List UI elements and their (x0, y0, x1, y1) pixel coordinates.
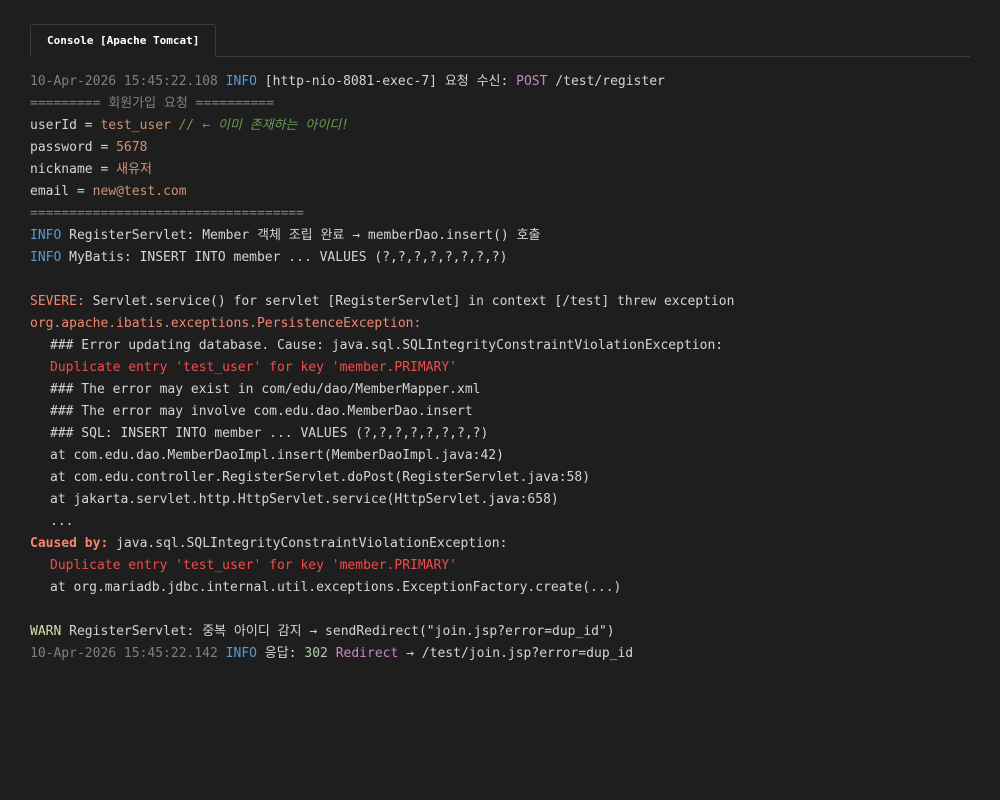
log-timestamp: 10-Apr-2026 15:45:22.142 (30, 646, 218, 661)
log-level: INFO (30, 228, 62, 243)
http-status-code: 302 (304, 646, 328, 661)
error-message: Duplicate entry 'test_user' for key 'mem… (50, 558, 457, 573)
caused-by-label: Caused by: (30, 536, 109, 551)
log-message: MyBatis: INSERT INTO member ... VALUES (… (61, 250, 508, 265)
log-line: INFO MyBatis: INSERT INTO member ... VAL… (30, 247, 970, 269)
exception-class: java.sql.SQLIntegrityConstraintViolation… (108, 536, 508, 551)
stack-frame: at jakarta.servlet.http.HttpServlet.serv… (50, 492, 559, 507)
redirect-target: → /test/join.jsp?error=dup_id (398, 646, 634, 661)
log-line: WARN RegisterServlet: 중복 아이디 감지 → sendRe… (30, 621, 970, 643)
log-line: INFO RegisterServlet: Member 객체 조립 완료 → … (30, 225, 970, 247)
console-tab-bar: Console [Apache Tomcat] (30, 24, 970, 57)
stack-frame: at com.edu.dao.MemberDaoImpl.insert(Memb… (50, 448, 504, 463)
field-key: nickname = (30, 162, 117, 177)
log-timestamp: 10-Apr-2026 15:45:22.108 (30, 74, 218, 89)
log-line: userId = test_user // ← 이미 존재하는 아이디! (30, 115, 970, 137)
log-line: nickname = 새유저 (30, 159, 970, 181)
log-line: Caused by: java.sql.SQLIntegrityConstrai… (30, 533, 970, 555)
http-method: POST (516, 74, 548, 89)
log-message: RegisterServlet: Member 객체 조립 완료 → membe… (61, 228, 541, 243)
field-value: 5678 (116, 140, 148, 155)
log-level: WARN (30, 624, 62, 639)
log-line: =================================== (30, 206, 304, 221)
stack-ellipsis: ... (50, 514, 74, 529)
field-key: password = (30, 140, 117, 155)
field-value: test_user (100, 118, 171, 133)
log-level: SEVERE: (30, 294, 85, 309)
log-level: INFO (30, 250, 62, 265)
console-output: 10-Apr-2026 15:45:22.108 INFO [http-nio-… (30, 71, 970, 665)
tab-console[interactable]: Console [Apache Tomcat] (30, 24, 217, 57)
log-comment: // ← 이미 존재하는 아이디! (170, 118, 349, 133)
field-value: new@test.com (92, 184, 187, 199)
exception-class: org.apache.ibatis.exceptions.Persistence… (30, 316, 422, 331)
stack-frame: at org.mariadb.jdbc.internal.util.except… (50, 580, 622, 595)
stack-detail: ### SQL: INSERT INTO member ... VALUES (… (50, 426, 489, 441)
log-message: RegisterServlet: 중복 아이디 감지 → sendRedirec… (61, 624, 615, 639)
log-message: Servlet.service() for servlet [RegisterS… (84, 294, 735, 309)
http-status-text: Redirect (327, 646, 399, 661)
log-message: [http-nio-8081-exec-7] 요청 수신: (256, 74, 517, 89)
log-level: INFO (225, 646, 257, 661)
field-key: userId = (30, 118, 101, 133)
log-level: INFO (225, 74, 257, 89)
request-path: /test/register (547, 74, 665, 89)
error-message: Duplicate entry 'test_user' for key 'mem… (50, 360, 457, 375)
log-line: 10-Apr-2026 15:45:22.108 INFO [http-nio-… (30, 71, 970, 93)
log-line: 10-Apr-2026 15:45:22.142 INFO 응답: 302 Re… (30, 643, 970, 665)
log-line: SEVERE: Servlet.service() for servlet [R… (30, 291, 970, 313)
stack-frame: at com.edu.controller.RegisterServlet.do… (50, 470, 591, 485)
log-line: ========= 회원가입 요청 ========== (30, 96, 274, 111)
stack-detail: ### Error updating database. Cause: java… (50, 338, 724, 353)
log-line: password = 5678 (30, 137, 970, 159)
stack-detail: ### The error may involve com.edu.dao.Me… (50, 404, 473, 419)
stack-detail: ### The error may exist in com/edu/dao/M… (50, 382, 481, 397)
log-message: 응답: (256, 646, 305, 661)
field-key: email = (30, 184, 93, 199)
field-value: 새유저 (116, 162, 152, 177)
log-line: email = new@test.com (30, 181, 970, 203)
